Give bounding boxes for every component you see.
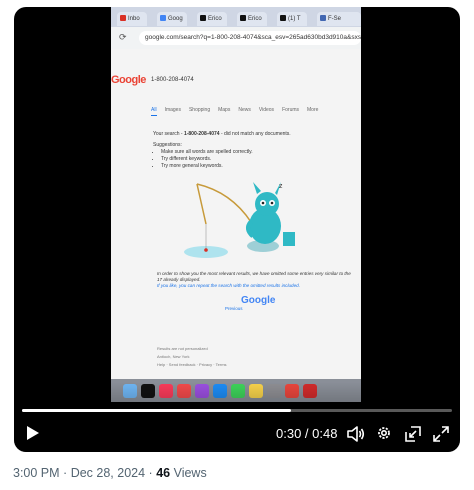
- progress-fill: [22, 409, 291, 412]
- no-results-message: Your search - 1-800-208-4074 - did not m…: [153, 131, 353, 170]
- list-item: Make sure all words are spelled correctl…: [161, 149, 353, 156]
- svg-text:z: z: [279, 183, 283, 190]
- tab-shopping: Shopping: [188, 107, 211, 113]
- search-query: 1-800-208-4074: [151, 77, 194, 83]
- controls-overlay: [14, 382, 460, 452]
- footer-link: Help: [157, 362, 166, 367]
- separator: ·: [148, 466, 153, 480]
- no-match-prefix: Your search -: [153, 131, 183, 137]
- fullscreen-icon[interactable]: [433, 426, 449, 442]
- browser-tab: Erico: [237, 12, 267, 26]
- separator: ·: [63, 466, 68, 480]
- volume-icon[interactable]: [347, 426, 365, 442]
- tab-more: More: [307, 107, 319, 113]
- browser-tab-strip: Inbo Goog Erico Erico (1) T F-Se: [111, 7, 361, 27]
- tab-forums: Forums: [282, 107, 300, 113]
- browser-tab: (1) T: [277, 12, 307, 26]
- tab-news: News: [238, 107, 251, 113]
- video-player[interactable]: Inbo Goog Erico Erico (1) T F-Se ⟳ googl…: [14, 7, 460, 452]
- filmed-screen: Inbo Goog Erico Erico (1) T F-Se ⟳ googl…: [111, 7, 361, 402]
- google-icon: [160, 15, 166, 22]
- no-match-suffix: - did not match any documents.: [220, 131, 291, 137]
- footer-link: Terms: [215, 362, 227, 367]
- browser-tab: F-Se: [317, 12, 361, 26]
- repeat-search-link: If you like, you can repeat the search w…: [157, 283, 300, 288]
- google-logo: Google: [111, 74, 146, 86]
- address-bar: ⟳ google.com/search?q=1-800-208-4074&sca…: [111, 27, 361, 49]
- search-results-page: Google 1-800-208-4074 All Images Shoppin…: [111, 49, 361, 379]
- pagination-google-logo: Google: [241, 295, 276, 306]
- progress-bar[interactable]: [22, 409, 452, 412]
- footer-link: Send feedback: [168, 362, 196, 367]
- url-text: google.com/search?q=1-800-208-4074&sca_e…: [139, 31, 361, 45]
- x-icon: [240, 15, 246, 22]
- tab-images: Images: [164, 107, 181, 113]
- suggestions-list: Make sure all words are spelled correctl…: [153, 149, 353, 170]
- x-icon: [280, 15, 286, 22]
- tab-videos: Videos: [258, 107, 275, 113]
- tab-maps: Maps: [218, 107, 231, 113]
- omitted-results-note: In order to show you the most relevant r…: [157, 271, 357, 289]
- no-match-query: 1-800-208-4074: [183, 131, 220, 137]
- x-icon: [200, 15, 206, 22]
- search-nav-tabs: All Images Shopping Maps News Videos For…: [151, 107, 318, 116]
- browser-tab: Goog: [157, 12, 187, 26]
- browser-tab: Inbo: [117, 12, 147, 26]
- time-display: 0:30 / 0:48: [276, 426, 338, 441]
- gear-icon[interactable]: [376, 425, 392, 441]
- post-meta: 3:00 PM · Dec 28, 2024 · 46 Views: [13, 466, 207, 480]
- play-icon[interactable]: [26, 425, 40, 441]
- views-label: Views: [173, 466, 207, 480]
- list-item: Try different keywords.: [161, 156, 353, 163]
- fishing-monster-illustration: z: [184, 182, 295, 258]
- omitted-text: In order to show you the most relevant r…: [157, 271, 351, 282]
- gmail-icon: [120, 15, 126, 22]
- previous-link: Previous: [225, 306, 243, 311]
- reload-icon: ⟳: [119, 32, 127, 42]
- views-count: 46: [156, 466, 171, 480]
- footer-links: Help · Send feedback · Privacy · Terms: [157, 362, 227, 367]
- footer-note: Results are not personalized: [157, 346, 208, 351]
- suggestions-heading: Suggestions:: [153, 142, 182, 148]
- post-date[interactable]: Dec 28, 2024: [71, 466, 145, 480]
- footer-location: Antioch, New York: [157, 354, 190, 359]
- browser-tab: Erico: [197, 12, 227, 26]
- facebook-icon: [320, 15, 326, 22]
- tab-all: All: [151, 107, 157, 116]
- post-time[interactable]: 3:00 PM: [13, 466, 60, 480]
- results-footer: Results are not personalized Antioch, Ne…: [157, 345, 357, 369]
- picture-in-picture-icon[interactable]: [405, 426, 421, 442]
- footer-link: Privacy: [199, 362, 213, 367]
- list-item: Try more general keywords.: [161, 163, 353, 170]
